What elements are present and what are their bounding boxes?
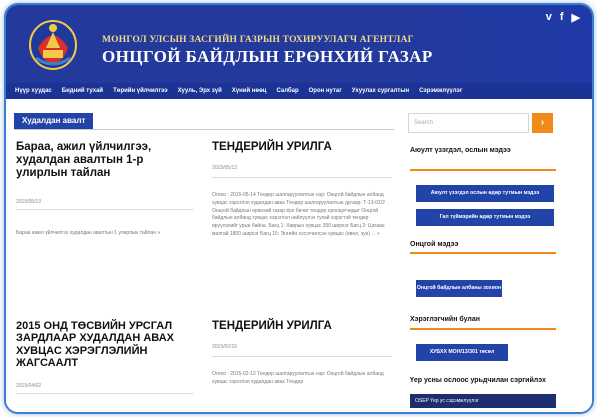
nav-item-training[interactable]: Ухуулах сургалтын [347,88,414,94]
widget-underline [410,252,556,254]
flood-warning-banner[interactable]: OSEP Үер ус сэрэмжлүүлэг [410,394,556,408]
post-title[interactable]: ТЕНДЕРИЙН УРИЛГА [212,320,392,333]
nav-item-branch[interactable]: Салбар [271,88,303,94]
post-excerpt: Бараа ажил үйлчилгээ худалдан авалтын 1 … [16,230,161,236]
youtube-icon[interactable]: ▶ [572,11,580,24]
nav-item-local[interactable]: Орон нутаг [304,88,347,94]
facebook-icon[interactable]: f [560,11,564,24]
meta-divider [212,177,392,178]
vimeo-icon[interactable]: v [546,11,552,24]
widget-underline [410,169,556,171]
nav-item-hr[interactable]: Хүний нөөц [227,88,272,94]
post-excerpt: Огноо : 2015-02-12 Тендер шалгаруулалтын… [212,371,384,385]
meta-divider [212,356,392,357]
post-date: 2015/05/13 [212,165,238,171]
nav-item-home[interactable]: Нүүр хуудас [10,88,57,94]
nav-item-warnings[interactable]: Сэрэмжлүүлэг [414,88,467,94]
post-date: 2015/02/16 [212,344,238,350]
widget-underline [410,328,556,330]
widget-title-special-news: Онцгой мэдээ [410,241,459,248]
fire-news-button[interactable]: Гал түймэрийн өдөр тутмын мэдээ [416,209,554,226]
post-excerpt: Огноо : 2015-05-14 Тендер шалгаруулалтын… [212,192,385,237]
section-tab[interactable]: Худалдан авалт [14,113,94,129]
meta-divider [16,393,194,394]
main-content: Худалдан авалт Бараа, ажил үйлчилгээ, ху… [6,99,592,412]
state-emblem-icon [29,20,77,70]
widget-title-users-corner: Хэрэглэгчийн булан [410,316,480,323]
post-date: 2015/05/13 [16,199,42,205]
post-title[interactable]: 2015 ОНД ТӨСВИЙН УРСГАЛ ЗАРДЛААР ХУДАЛДА… [16,320,201,369]
meta-divider [16,209,194,210]
agency-title[interactable]: ОНЦГОЙ БАЙДЛЫН ЕРӨНХИЙ ГАЗАР [102,47,433,67]
nav-item-law[interactable]: Хууль, Эрх зүй [173,88,227,94]
search-button[interactable]: › [532,113,553,133]
post-title[interactable]: ТЕНДЕРИЙН УРИЛГА [212,141,392,154]
nav-item-about[interactable]: Бидний тухай [57,88,108,94]
nav-item-services[interactable]: Төрийн үйлчилгээ [108,88,172,94]
site-header: МОНГОЛ УЛСЫН ЗАСГИЙН ГАЗРЫН ТОХИРУУЛАГЧ … [6,5,592,83]
special-news-button[interactable]: Онцгой байдлын албаны зохион [416,280,502,297]
browser-frame: МОНГОЛ УЛСЫН ЗАСГИЙН ГАЗРЫН ТОХИРУУЛАГЧ … [4,3,594,414]
search-input[interactable]: Search [408,113,529,133]
main-nav: Нүүр хуудас Бидний тухай Төрийн үйлчилгэ… [6,83,592,99]
social-links: v f ▶ [546,11,580,24]
agency-subtitle: МОНГОЛ УЛСЫН ЗАСГИЙН ГАЗРЫН ТОХИРУУЛАГЧ … [102,35,414,45]
post-date: 2015/04/02 [16,383,42,389]
post-title[interactable]: Бараа, ажил үйлчилгээ, худалдан авалтын … [16,141,196,180]
widget-title-flood-prevention: Үер усны ослоос урьдчилан сэргийлэх [410,377,546,384]
widget-title-incidents: Аюулт үзэгдэл, ослын мэдээ [410,147,511,154]
project-button[interactable]: ХУБХХ МОН/13/301 төсөл [416,344,508,361]
section-divider [14,129,394,130]
incident-news-button[interactable]: Аюулт үзэгдэл ослын өдөр тутмын мэдээ [416,185,554,202]
